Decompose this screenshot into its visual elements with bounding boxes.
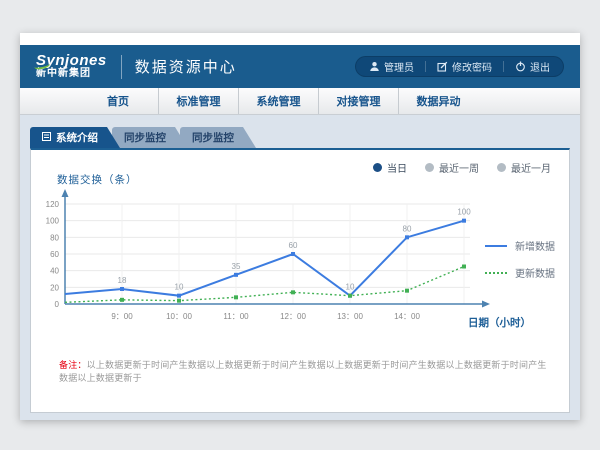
svg-text:12：00: 12：00 (280, 312, 306, 321)
nav-item-data-change[interactable]: 数据异动 (398, 88, 478, 114)
page-body: 系统介绍 同步监控 同步监控 当日 最近一周 (20, 115, 580, 420)
page-title: 数据资源中心 (135, 56, 237, 77)
change-password-label: 修改密码 (452, 59, 492, 74)
chart-card: 当日 最近一周 最近一月 数据交换（条） 0 20 40 60 80 100 120 9：00… (30, 148, 570, 413)
svg-text:120: 120 (46, 200, 60, 209)
tab-label: 同步监控 (124, 130, 166, 145)
radio-last-week[interactable]: 最近一周 (425, 160, 479, 175)
svg-text:35: 35 (232, 262, 241, 271)
legend-item-updated-data: 更新数据 (485, 265, 555, 280)
radio-last-month[interactable]: 最近一月 (497, 160, 551, 175)
svg-text:0: 0 (55, 300, 60, 309)
user-menu[interactable]: 管理员 (369, 59, 414, 74)
footnote: 备注：以上数据更新于时间产生数据以上数据更新于时间产生数据以上数据更新于时间产生… (59, 358, 549, 384)
edit-icon (437, 61, 448, 72)
svg-text:14：00: 14：00 (394, 312, 420, 321)
chart-area: 0 20 40 60 80 100 120 9：00 10：00 11：00 12：00 13：00 1… (35, 186, 505, 331)
svg-text:20: 20 (50, 283, 59, 292)
svg-text:80: 80 (403, 224, 412, 233)
nav-item-system-mgmt[interactable]: 系统管理 (238, 88, 318, 114)
main-nav: 首页 标准管理 系统管理 对接管理 数据异动 (20, 88, 580, 115)
svg-text:10: 10 (346, 283, 355, 292)
svg-text:11：00: 11：00 (223, 312, 249, 321)
chart-legend: 新增数据 更新数据 (485, 238, 555, 292)
tab-bar: 系统介绍 同步监控 同步监控 (30, 127, 256, 148)
svg-text:100: 100 (457, 208, 471, 217)
toolbar-separator (425, 61, 426, 72)
user-toolbar: 管理员 修改密码 退出 (355, 56, 564, 77)
svg-text:60: 60 (50, 250, 59, 259)
nav-item-standard-mgmt[interactable]: 标准管理 (158, 88, 238, 114)
footnote-text: 以上数据更新于时间产生数据以上数据更新于时间产生数据以上数据更新于时间产生数据以… (59, 360, 547, 383)
app-window: Synjones 新中新集团 数据资源中心 管理员 修改密码 (20, 33, 580, 420)
logo[interactable]: Synjones 新中新集团 (36, 53, 107, 79)
svg-text:40: 40 (50, 267, 59, 276)
tab-sync-monitor-2[interactable]: 同步监控 (180, 127, 256, 148)
svg-text:13：00: 13：00 (337, 312, 363, 321)
app-header: Synjones 新中新集团 数据资源中心 管理员 修改密码 (20, 45, 580, 88)
radio-dot-icon (373, 163, 382, 172)
footnote-label: 备注： (59, 360, 87, 370)
svg-text:10：00: 10：00 (166, 312, 192, 321)
document-icon (42, 132, 51, 144)
header-divider (121, 55, 122, 79)
svg-text:18: 18 (118, 276, 127, 285)
svg-text:60: 60 (289, 241, 298, 250)
radio-label: 当日 (387, 160, 407, 175)
radio-dot-icon (425, 163, 434, 172)
tab-sync-monitor-1[interactable]: 同步监控 (112, 127, 188, 148)
radio-label: 最近一周 (439, 160, 479, 175)
x-axis-title: 日期（小时） (468, 315, 531, 330)
toolbar-separator (503, 61, 504, 72)
chart-svg: 0 20 40 60 80 100 120 9：00 10：00 11：00 12：00 13：00 1… (35, 186, 505, 326)
svg-text:80: 80 (50, 233, 59, 242)
change-password-button[interactable]: 修改密码 (437, 59, 492, 74)
user-icon (369, 61, 380, 72)
radio-dot-icon (497, 163, 506, 172)
solid-line-icon (485, 245, 507, 247)
y-axis-title: 数据交换（条） (57, 172, 138, 187)
nav-item-interface-mgmt[interactable]: 对接管理 (318, 88, 398, 114)
svg-text:100: 100 (46, 217, 60, 226)
tab-label: 同步监控 (192, 130, 234, 145)
time-filter: 当日 最近一周 最近一月 (373, 160, 551, 175)
radio-today[interactable]: 当日 (373, 160, 407, 175)
logout-label: 退出 (530, 59, 550, 74)
top-strip (20, 33, 580, 45)
logo-subtitle: 新中新集团 (36, 69, 107, 80)
svg-text:9：00: 9：00 (111, 312, 133, 321)
user-name-label: 管理员 (384, 59, 414, 74)
svg-text:10: 10 (175, 283, 184, 292)
nav-item-home[interactable]: 首页 (78, 88, 158, 114)
radio-label: 最近一月 (511, 160, 551, 175)
logout-button[interactable]: 退出 (515, 59, 550, 74)
power-icon (515, 61, 526, 72)
dotted-line-icon (485, 272, 507, 274)
legend-item-new-data: 新增数据 (485, 238, 555, 253)
tab-system-intro[interactable]: 系统介绍 (30, 127, 120, 148)
tab-label: 系统介绍 (56, 130, 98, 145)
